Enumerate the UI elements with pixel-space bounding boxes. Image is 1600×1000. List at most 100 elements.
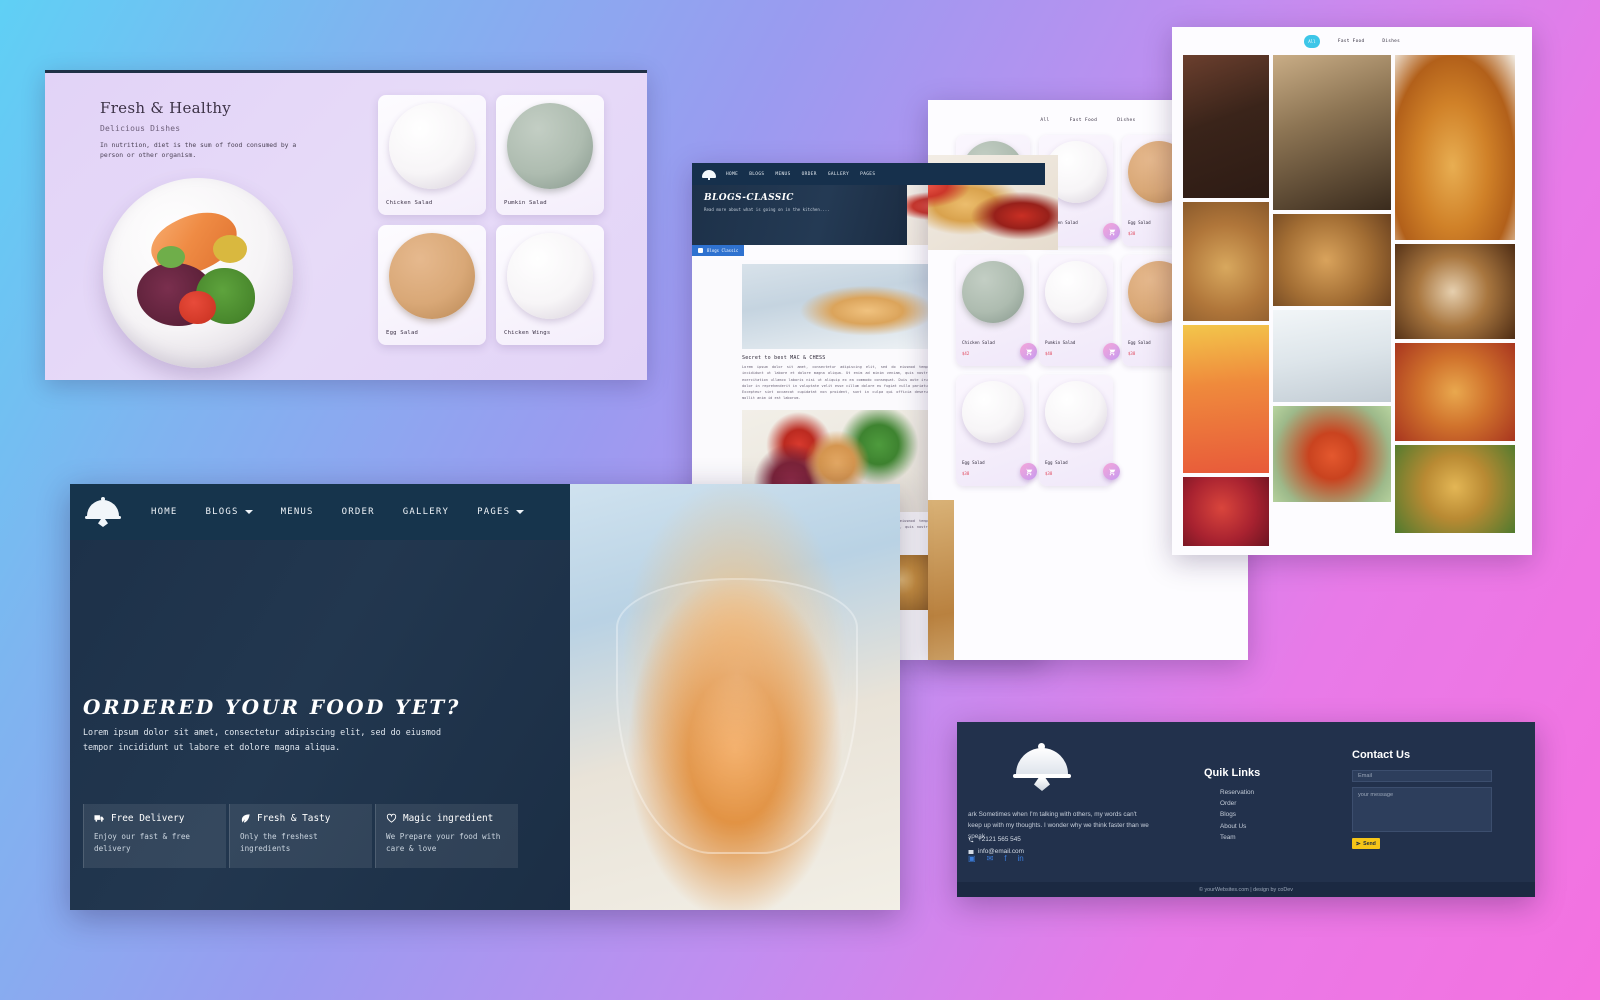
menu-item-price: $40	[1045, 351, 1053, 356]
gallery-photo[interactable]	[1183, 324, 1269, 473]
chevron-down-icon	[244, 510, 253, 514]
blog-hero-subtitle: Read more about what is going on in the …	[704, 207, 830, 212]
send-label: Send	[1363, 840, 1376, 847]
blog-nav-items: HOME BLOGS MENUS ORDER GALLERY PAGES	[726, 172, 875, 177]
blog-nav-pages[interactable]: PAGES	[860, 172, 875, 177]
blog-nav-blogs[interactable]: BLOGS	[749, 172, 764, 177]
menu-item-image	[962, 261, 1024, 323]
main-nav-items: HOME BLOGS MENUS ORDER GALLERY PAGES	[151, 507, 525, 517]
contact-us-heading: Contact Us	[1352, 749, 1411, 761]
menu-item-card[interactable]: Egg Salad $38	[1039, 375, 1120, 486]
tab-dishes[interactable]: Dishes	[1382, 39, 1400, 44]
menu-item-card[interactable]: Pumkin Salad $40	[1039, 255, 1120, 366]
nav-item-home[interactable]: HOME	[151, 507, 177, 517]
feature-title: Fresh & Tasty	[257, 813, 331, 824]
gallery-column	[1273, 55, 1391, 546]
tab-all[interactable]: All	[1303, 35, 1320, 48]
feature-header: Magic ingredient	[386, 813, 508, 824]
nav-item-order[interactable]: ORDER	[342, 507, 375, 517]
nav-item-gallery[interactable]: GALLERY	[403, 507, 449, 517]
fresh-text-block: Fresh & Healthy Delicious Dishes In nutr…	[100, 99, 360, 161]
dish-image	[389, 103, 475, 189]
quick-link-about-us[interactable]: About Us	[1220, 821, 1260, 832]
menu-item-image	[1045, 381, 1107, 443]
menu-item-card[interactable]: Egg Salad $38	[956, 375, 1037, 486]
message-field[interactable]: your message	[1352, 787, 1492, 832]
nav-item-blogs[interactable]: BLOGS	[205, 507, 253, 517]
fresh-healthy-panel: Fresh & Healthy Delicious Dishes In nutr…	[45, 70, 647, 380]
menu-item-card[interactable]: Chicken Salad $42	[956, 255, 1037, 366]
quick-link-team[interactable]: Team	[1220, 832, 1260, 843]
feature-card-fresh-tasty[interactable]: Fresh & Tasty Only the freshest ingredie…	[229, 804, 372, 868]
copyright-text: © yourWebsites.com | design by coDev	[1199, 886, 1293, 893]
feature-card-magic-ingredient[interactable]: Magic ingredient We Prepare your food wi…	[375, 804, 518, 868]
gallery-photo[interactable]	[1395, 55, 1515, 240]
twitter-icon[interactable]: ✉	[987, 854, 994, 863]
gallery-photo[interactable]	[1273, 55, 1391, 210]
dish-card[interactable]: Pumkin Salad	[496, 95, 604, 215]
linkedin-icon[interactable]: in	[1018, 854, 1024, 863]
gallery-panel: All Fast Food Dishes	[1172, 27, 1532, 555]
feature-title: Magic ingredient	[403, 813, 494, 824]
send-button[interactable]: Send	[1352, 838, 1380, 849]
dish-card[interactable]: Egg Salad	[378, 225, 486, 345]
nav-item-pages[interactable]: PAGES	[477, 507, 525, 517]
paper-plane-icon	[1356, 841, 1361, 846]
blog-nav-order[interactable]: ORDER	[802, 172, 817, 177]
gallery-photo[interactable]	[1273, 214, 1391, 306]
gallery-filter-tabs: All Fast Food Dishes	[1172, 27, 1532, 51]
quick-link-reservation[interactable]: Reservation	[1220, 787, 1260, 798]
gallery-photo[interactable]	[1395, 244, 1515, 339]
menu-item-image	[1045, 261, 1107, 323]
gallery-photo[interactable]	[1273, 406, 1391, 502]
menu-item-price: $42	[962, 351, 970, 356]
gallery-photo[interactable]	[1183, 476, 1269, 546]
instagram-icon[interactable]: ▣	[968, 854, 976, 863]
blog-nav-gallery[interactable]: GALLERY	[828, 172, 849, 177]
add-to-cart-button[interactable]	[1020, 343, 1037, 360]
quick-link-blogs[interactable]: Blogs	[1220, 809, 1260, 820]
tab-fast-food[interactable]: Fast Food	[1338, 39, 1365, 44]
tab-fast-food[interactable]: Fast Food	[1070, 118, 1098, 123]
gallery-photo[interactable]	[1395, 343, 1515, 441]
copyright-bar: © yourWebsites.com | design by coDev	[957, 882, 1535, 897]
serving-dome-logo-icon	[702, 169, 716, 180]
dish-card-grid: Chicken Salad Pumkin Salad Egg Salad Chi…	[378, 95, 620, 345]
email-field[interactable]: Email	[1352, 770, 1492, 782]
gallery-photo[interactable]	[1273, 310, 1391, 402]
gallery-photo[interactable]	[1183, 55, 1269, 199]
breadcrumb[interactable]: Blogs Classic	[692, 245, 745, 256]
gallery-column	[1395, 55, 1515, 546]
add-to-cart-button[interactable]	[1103, 223, 1120, 240]
facebook-icon[interactable]: f	[1004, 854, 1006, 863]
feature-card-free-delivery[interactable]: Free Delivery Enjoy our fast & free deli…	[83, 804, 226, 868]
add-to-cart-button[interactable]	[1020, 463, 1037, 480]
serving-dome-logo-icon[interactable]	[85, 497, 121, 527]
page-subtitle: Delicious Dishes	[100, 124, 181, 133]
menu-item-price: $38	[962, 471, 970, 476]
gallery-photo[interactable]	[1183, 202, 1269, 321]
add-to-cart-button[interactable]	[1103, 343, 1120, 360]
blog-nav-menus[interactable]: MENUS	[775, 172, 790, 177]
heart-icon	[386, 813, 397, 823]
tab-all[interactable]: All	[1040, 118, 1049, 123]
breadcrumb-label: Blogs Classic	[707, 248, 739, 253]
menu-item-name: Egg Salad	[1128, 220, 1151, 225]
add-to-cart-button[interactable]	[1103, 463, 1120, 480]
salmon-food-decoration	[129, 198, 269, 344]
footer-phone-row[interactable]: +2121 565 545	[968, 834, 1024, 846]
blog-post-title[interactable]: Secret to best MAC & CHESS	[742, 355, 825, 361]
quick-link-order[interactable]: Order	[1220, 798, 1260, 809]
gallery-photo[interactable]	[1395, 445, 1515, 533]
nav-item-menus[interactable]: MENUS	[281, 507, 314, 517]
nav-label: BLOGS	[205, 507, 239, 517]
dish-image	[507, 233, 593, 319]
dish-card[interactable]: Chicken Wings	[496, 225, 604, 345]
blog-nav-home[interactable]: HOME	[726, 172, 738, 177]
dish-image	[389, 233, 475, 319]
tab-dishes[interactable]: Dishes	[1117, 118, 1135, 123]
dish-card[interactable]: Chicken Salad	[378, 95, 486, 215]
menu-item-name: Egg Salad	[1128, 340, 1151, 345]
footer-panel: ark Sometimes when I'm talking with othe…	[957, 722, 1535, 897]
leaf-icon	[241, 814, 250, 823]
